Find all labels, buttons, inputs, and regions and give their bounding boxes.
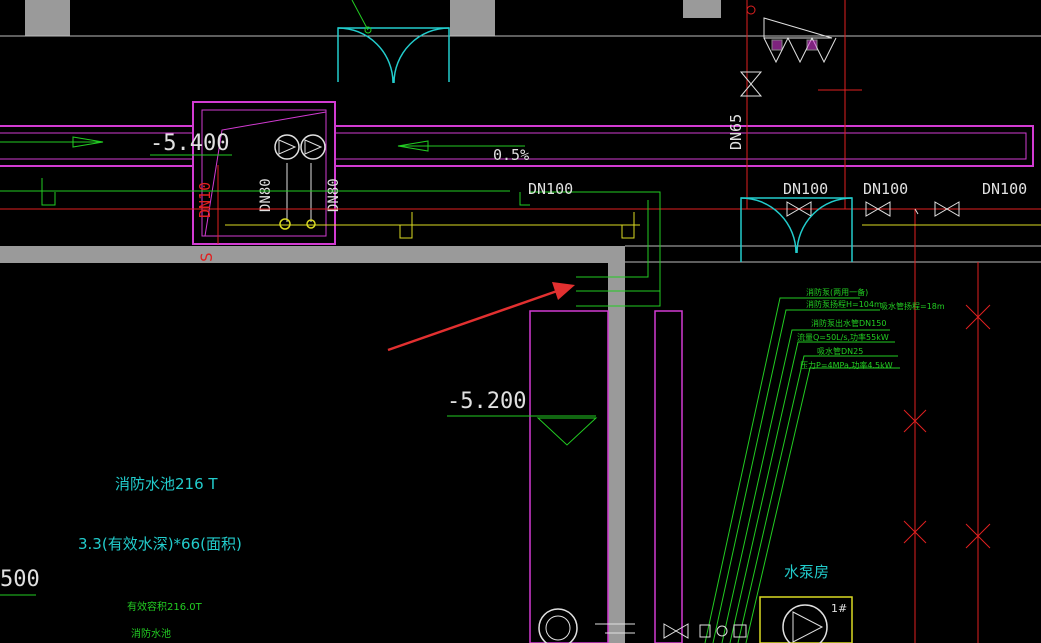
- pump-room-label: 水泵房: [784, 563, 829, 581]
- dn100-label-3: DN100: [863, 180, 908, 198]
- wall-top-stub-1: [25, 0, 70, 36]
- sump-column-2: [654, 310, 683, 643]
- dn100-label-2: DN100: [783, 180, 828, 198]
- suction-pump-inner: [545, 615, 571, 641]
- notes-block: 消防泵(两用一备) 消防泵扬程H=104m 消防泵出水管DN150 流量Q=50…: [797, 287, 945, 370]
- note-3: 消防泵出水管DN150: [811, 318, 886, 328]
- red-pipe-cap: [746, 5, 756, 15]
- door-top-line: [351, 0, 369, 31]
- pump-room-pump-icon: [782, 604, 828, 643]
- slope-label: 0.5%: [493, 146, 529, 164]
- wall-top-stub-2: [450, 0, 495, 36]
- wall-top-stub-3: [683, 0, 721, 18]
- pump-number: 1#: [831, 602, 847, 615]
- note-2: 消防泵扬程H=104m: [806, 299, 882, 309]
- note-5: 吸水管DN25: [817, 346, 863, 356]
- wall-pool-top: [0, 246, 625, 263]
- note-leaders: [704, 297, 900, 643]
- suction-pump-icon: [538, 608, 578, 643]
- pump-room-pump-triangle: [792, 611, 824, 643]
- valve-dn65-icon: [739, 71, 763, 97]
- pool-capacity: 有效容积216.0T: [127, 600, 203, 613]
- elevation-left-partial: 500: [0, 567, 40, 592]
- elevation-mid: -5.200: [447, 389, 526, 414]
- bottom-valve-icon: [663, 623, 747, 639]
- pool-label-small: 消防水池: [131, 627, 171, 640]
- dn100-label-4: DN100: [982, 180, 1027, 198]
- dn-left-label: DN10: [196, 182, 214, 218]
- filter-unit-icon: [763, 17, 837, 64]
- note-1: 消防泵(两用一备): [806, 287, 868, 297]
- dn80-label-b: DN80: [326, 178, 342, 212]
- dn80-label-a: DN80: [258, 178, 274, 212]
- s-mark: S: [197, 252, 216, 262]
- dn65-label: DN65: [727, 114, 745, 150]
- note-6: 压力P=4MPa,功率4.5kW: [800, 360, 893, 370]
- dn100-label-1: DN100: [528, 180, 573, 198]
- annotation-arrow: [387, 288, 561, 352]
- elevation-top: -5.400: [150, 131, 229, 156]
- annotation-arrowhead: [552, 282, 575, 300]
- sump-column: [529, 310, 609, 643]
- water-level-marker: [536, 417, 598, 446]
- note-4: 流量Q=50L/s,功率55kW: [797, 332, 889, 342]
- pool-formula: 3.3(有效水深)*66(面积): [78, 535, 242, 553]
- cad-drawing: -5.400 0.5% DN80 DN80 DN10 S DN100 DN100…: [0, 0, 1041, 643]
- pump-pit-outer: [192, 101, 336, 245]
- pool-name: 消防水池216 T: [115, 475, 218, 493]
- note-right: 吸水管扬程=18m: [880, 301, 945, 311]
